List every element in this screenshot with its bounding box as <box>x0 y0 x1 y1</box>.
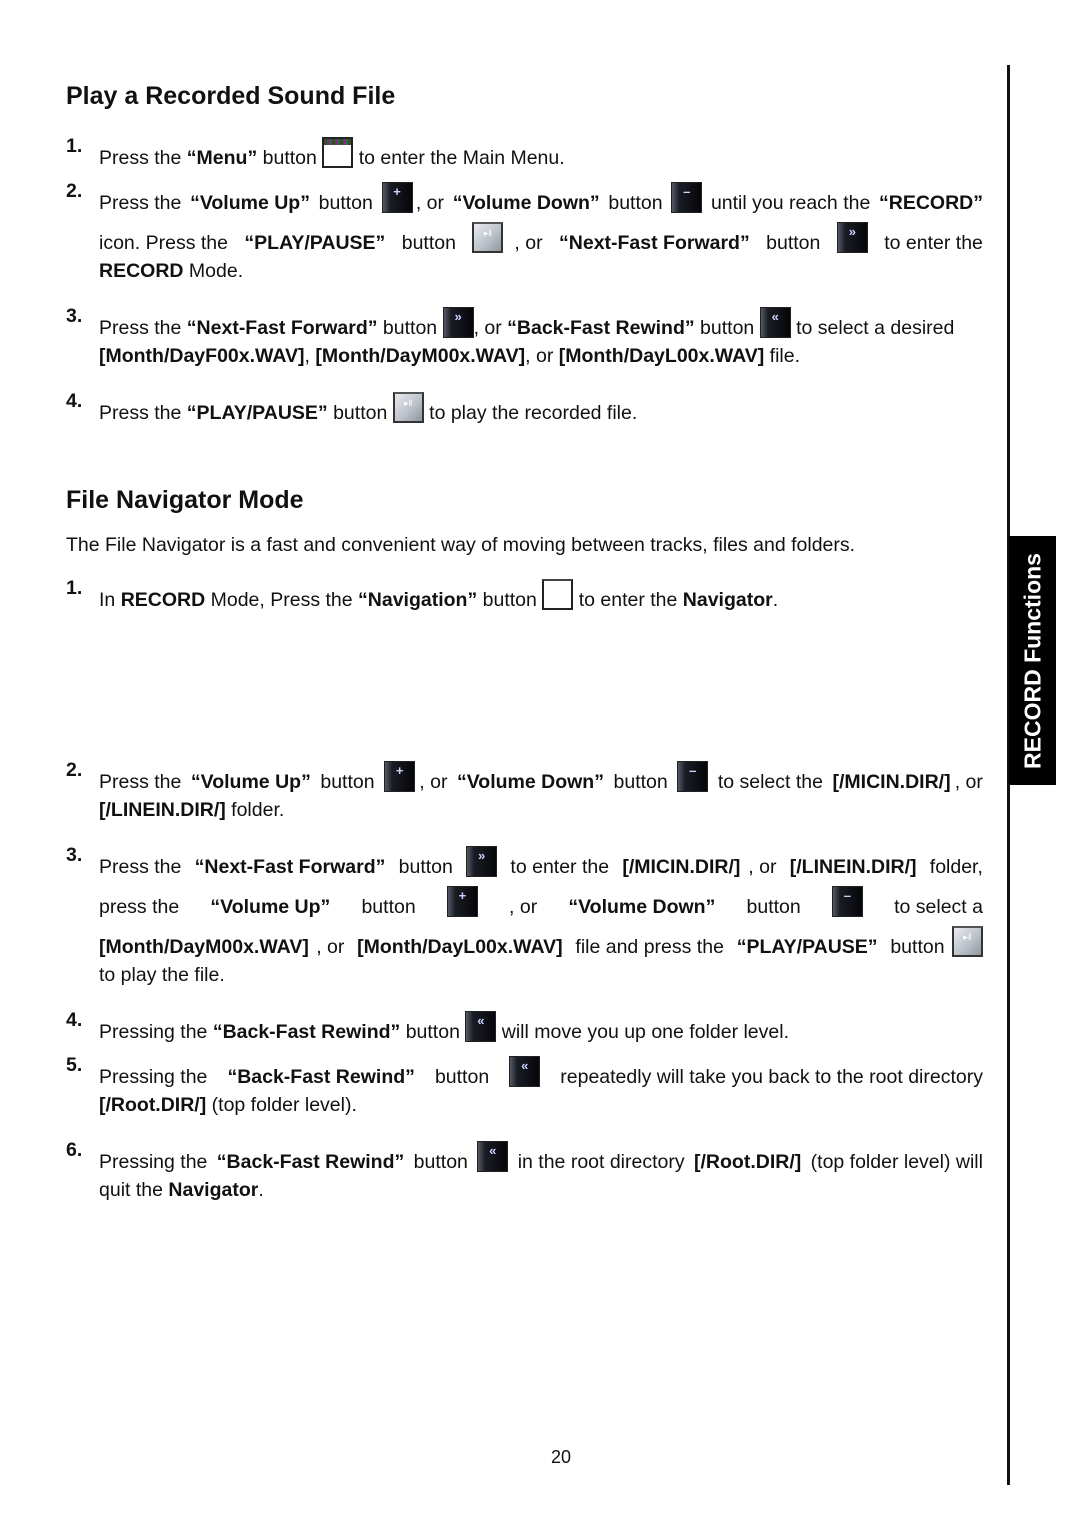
nav-step-1-text: In RECORD Mode, Press the “Navigation” b… <box>99 579 778 611</box>
chapter-tab: RECORD Functions <box>1009 536 1056 785</box>
step-number: 3. <box>66 844 83 866</box>
back-fast-rewind-icon: « <box>477 1141 509 1172</box>
nav-step-3-line-2: press the “Volume Up” button + , or “Vol… <box>99 886 983 918</box>
back-fast-rewind-icon: « <box>465 1011 497 1042</box>
step-1-text: Press the “Menu” button to enter the Mai… <box>99 137 565 169</box>
section-title-file-navigator: File Navigator Mode <box>66 486 304 514</box>
chapter-tab-label: RECORD Functions <box>1019 552 1045 769</box>
menu-button-icon <box>322 137 354 168</box>
step-number: 4. <box>66 390 83 412</box>
step-4-text: Press the “PLAY/PAUSE” button ▸‖ to play… <box>99 392 637 424</box>
step-number: 4. <box>66 1009 83 1031</box>
nav-step-2-line-1: Press the “Volume Up” button +, or “Volu… <box>99 761 983 793</box>
next-fast-forward-icon: » <box>836 222 868 253</box>
navigation-button-icon <box>542 579 574 610</box>
next-fast-forward-icon: » <box>442 307 474 338</box>
page-number: 20 <box>551 1447 572 1467</box>
volume-down-icon: – <box>671 182 703 213</box>
step-2-line-3: RECORD Mode. <box>99 260 244 282</box>
volume-up-icon: + <box>446 886 478 917</box>
step-2-line-2: icon. Press the “PLAY/PAUSE” button ▸‖, … <box>99 222 983 254</box>
nav-step-5-line-1: Pressing the “Back-Fast Rewind” button «… <box>99 1056 983 1088</box>
navigator-intro: The File Navigator is a fast and conveni… <box>66 534 856 556</box>
play-pause-icon: ▸‖ <box>472 222 504 253</box>
step-number: 5. <box>66 1054 83 1076</box>
nav-step-3-line-3: [Month/DayM00x.WAV], or [Month/DayL00x.W… <box>99 926 983 957</box>
play-pause-icon: ▸‖ <box>392 392 424 423</box>
step-number: 1. <box>66 135 83 157</box>
volume-down-icon: – <box>677 761 709 792</box>
nav-step-6-line-2: quit the Navigator. <box>99 1179 264 1201</box>
play-pause-icon: ▸‖ <box>951 926 983 957</box>
step-number: 6. <box>66 1139 83 1161</box>
nav-step-5-line-2: [/Root.DIR/] (top folder level). <box>99 1094 357 1116</box>
back-fast-rewind-icon: « <box>509 1056 541 1087</box>
back-fast-rewind-icon: « <box>759 307 791 338</box>
step-3-line-2: [Month/DayF00x.WAV], [Month/DayM00x.WAV]… <box>99 345 800 367</box>
step-number: 3. <box>66 305 83 327</box>
nav-step-4-text: Pressing the “Back-Fast Rewind” button «… <box>99 1011 789 1043</box>
step-3-line-1: Press the “Next-Fast Forward” button », … <box>99 307 955 339</box>
volume-down-icon: – <box>831 886 863 917</box>
step-number: 2. <box>66 759 83 781</box>
step-number: 1. <box>66 577 83 599</box>
volume-up-icon: + <box>384 761 416 792</box>
volume-up-icon: + <box>381 182 413 213</box>
nav-step-3-line-1: Press the “Next-Fast Forward” button » t… <box>99 846 983 878</box>
nav-step-3-line-4: to play the file. <box>99 964 225 986</box>
step-2-line-1: Press the “Volume Up” button +, or “Volu… <box>99 182 983 214</box>
step-number: 2. <box>66 180 83 202</box>
manual-page: Play a Recorded Sound File 1. Press the … <box>0 0 1080 1527</box>
next-fast-forward-icon: » <box>466 846 498 877</box>
nav-step-2-line-2: [/LINEIN.DIR/] folder. <box>99 799 285 821</box>
section-title-play-recorded: Play a Recorded Sound File <box>66 82 396 110</box>
nav-step-6-line-1: Pressing the “Back-Fast Rewind” button «… <box>99 1141 983 1173</box>
